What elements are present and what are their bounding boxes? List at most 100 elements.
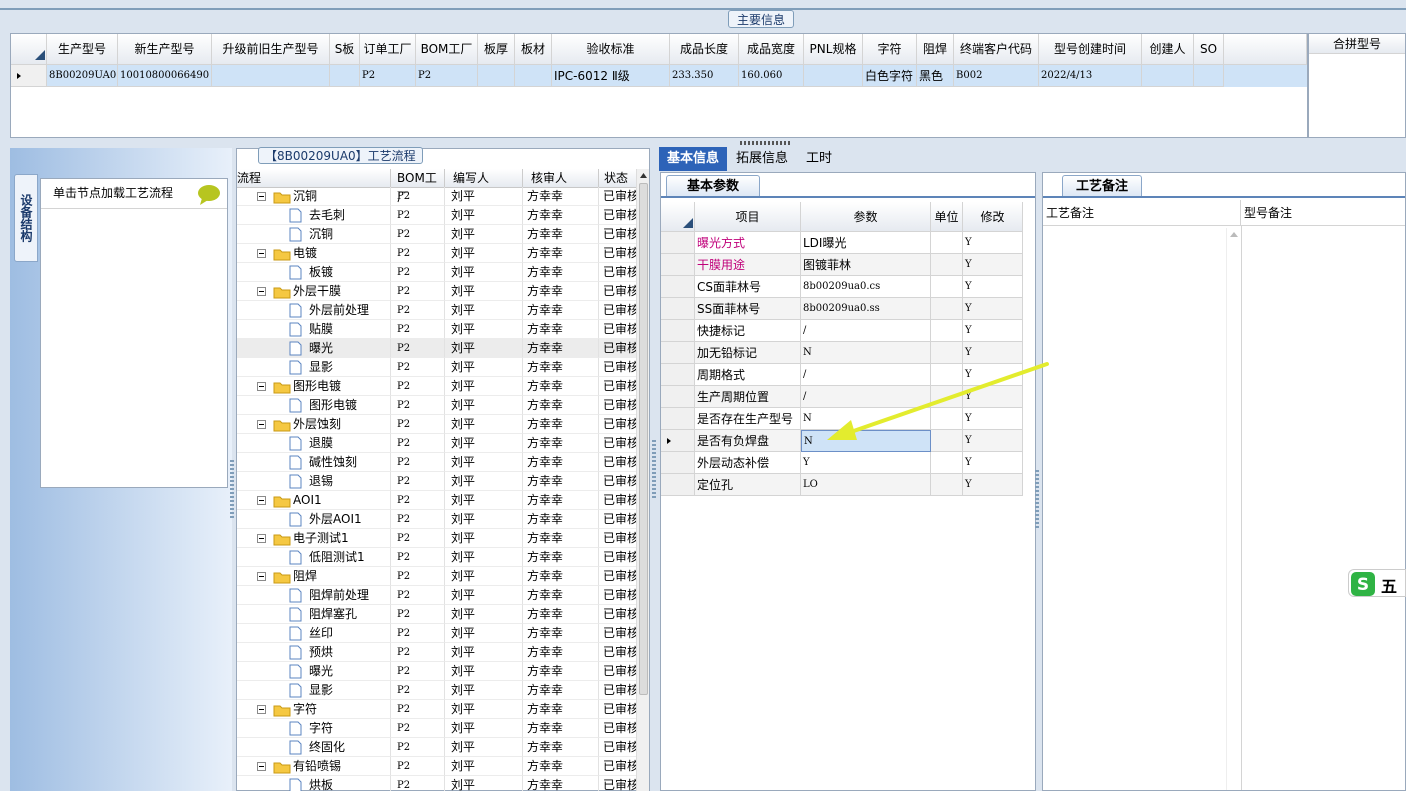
tree-row[interactable]: 外层前处理 P2 刘平 方幸幸 已审核 [237, 301, 637, 320]
tree-node[interactable]: 外层AOI1 [237, 510, 391, 529]
collapse-icon[interactable] [257, 382, 266, 391]
param-modify[interactable]: Y [963, 232, 1023, 254]
collapse-icon[interactable] [257, 287, 266, 296]
collapse-icon[interactable] [257, 192, 266, 201]
tree-row[interactable]: 阻焊前处理 P2 刘平 方幸幸 已审核 [237, 586, 637, 605]
tree-node[interactable]: 电子测试1 [237, 529, 391, 548]
cell-15[interactable]: 2022/4/13 [1039, 65, 1142, 87]
cell-11[interactable] [804, 65, 863, 87]
tree-row[interactable]: 阻焊 P2 刘平 方幸幸 已审核 [237, 567, 637, 586]
tab-device-structure[interactable]: 设备结构 [14, 174, 38, 262]
left-splitter[interactable] [230, 460, 234, 520]
col-header-12[interactable]: 字符 [863, 34, 917, 65]
col-header-0[interactable]: 生产型号 [47, 34, 118, 65]
tree-node[interactable]: 字符 [237, 700, 391, 719]
tree-row[interactable]: 去毛刺 P2 刘平 方幸幸 已审核 [237, 206, 637, 225]
tree-node[interactable]: 外层前处理 [237, 301, 391, 320]
param-unit[interactable] [931, 298, 963, 320]
model-notes-textarea[interactable] [1242, 226, 1405, 790]
param-value[interactable]: / [801, 320, 931, 342]
tree-node[interactable]: 碱性蚀刻 [237, 453, 391, 472]
col-header-3[interactable]: S板 [330, 34, 360, 65]
tree-row[interactable]: 图形电镀 P2 刘平 方幸幸 已审核 [237, 377, 637, 396]
col-header-7[interactable]: 板材 [515, 34, 552, 65]
tree-row[interactable]: 外层干膜 P2 刘平 方幸幸 已审核 [237, 282, 637, 301]
tree-node[interactable]: 显影 [237, 358, 391, 377]
collapse-icon[interactable] [257, 249, 266, 258]
param-value[interactable]: 8b00209ua0.cs [801, 276, 931, 298]
cell-0[interactable]: 8B00209UA0 [47, 65, 118, 87]
tree-row[interactable]: 图形电镀 P2 刘平 方幸幸 已审核 [237, 396, 637, 415]
cell-12[interactable]: 白色字符 [863, 65, 917, 87]
tree-node[interactable]: AOI1 [237, 491, 391, 510]
tree-row[interactable]: 贴膜 P2 刘平 方幸幸 已审核 [237, 320, 637, 339]
tree-row[interactable]: 沉铜 P2 刘平 方幸幸 已审核 [237, 225, 637, 244]
tree-node[interactable]: 阻焊 [237, 567, 391, 586]
param-modify[interactable]: Y [963, 298, 1023, 320]
collapse-icon[interactable] [257, 534, 266, 543]
cell-9[interactable]: 233.350 [670, 65, 739, 87]
tree-node[interactable]: 板镀 [237, 263, 391, 282]
tree-node[interactable]: 沉铜 [237, 187, 391, 206]
param-value[interactable]: Y [801, 452, 931, 474]
col-header-8[interactable]: 验收标准 [552, 34, 670, 65]
tree-row[interactable]: AOI1 P2 刘平 方幸幸 已审核 [237, 491, 637, 510]
col-header-14[interactable]: 终端客户代码 [954, 34, 1039, 65]
splitter-grip[interactable] [740, 141, 790, 145]
process-notes-textarea[interactable] [1043, 226, 1241, 790]
tab-basic-info[interactable]: 基本信息 [659, 147, 728, 171]
collapse-icon[interactable] [257, 705, 266, 714]
tree-row[interactable]: 显影 P2 刘平 方幸幸 已审核 [237, 358, 637, 377]
param-value[interactable]: LO [801, 474, 931, 496]
col-header-1[interactable]: 新生产型号 [118, 34, 212, 65]
collapse-icon[interactable] [257, 572, 266, 581]
col-header-13[interactable]: 阻焊 [917, 34, 954, 65]
tree-row[interactable]: 退锡 P2 刘平 方幸幸 已审核 [237, 472, 637, 491]
collapse-icon[interactable] [257, 496, 266, 505]
tree-node[interactable]: 电镀 [237, 244, 391, 263]
param-modify[interactable]: Y [963, 276, 1023, 298]
tab-work-hours[interactable]: 工时 [798, 147, 840, 171]
tree-node[interactable]: 烘板 [237, 776, 391, 791]
tree-row[interactable]: 烘板 P2 刘平 方幸幸 已审核 [237, 776, 637, 791]
tree-node[interactable]: 贴膜 [237, 320, 391, 339]
tree-node[interactable]: 去毛刺 [237, 206, 391, 225]
cell-5[interactable]: P2 [416, 65, 478, 87]
middle-splitter[interactable] [652, 440, 656, 500]
cell-14[interactable]: B002 [954, 65, 1039, 87]
tab-extended-info[interactable]: 拓展信息 [728, 147, 796, 171]
tree-node[interactable]: 显影 [237, 681, 391, 700]
cell-6[interactable] [478, 65, 515, 87]
cell-17[interactable] [1194, 65, 1224, 87]
tree-row[interactable]: 显影 P2 刘平 方幸幸 已审核 [237, 681, 637, 700]
col-header-5[interactable]: BOM工厂 [416, 34, 478, 65]
col-header-15[interactable]: 型号创建时间 [1039, 34, 1142, 65]
tree-row[interactable]: 预烘 P2 刘平 方幸幸 已审核 [237, 643, 637, 662]
tree-row[interactable]: 外层AOI1 P2 刘平 方幸幸 已审核 [237, 510, 637, 529]
tree-row[interactable]: 阻焊塞孔 P2 刘平 方幸幸 已审核 [237, 605, 637, 624]
tree-row[interactable]: 字符 P2 刘平 方幸幸 已审核 [237, 700, 637, 719]
notes-scrollbar[interactable] [1226, 228, 1240, 790]
tab-basic-params[interactable]: 基本参数 [666, 175, 760, 197]
cell-1[interactable]: 10010800066490 [118, 65, 212, 87]
param-unit[interactable] [931, 452, 963, 474]
tree-row[interactable]: 丝印 P2 刘平 方幸幸 已审核 [237, 624, 637, 643]
col-header-9[interactable]: 成品长度 [670, 34, 739, 65]
scroll-up-icon[interactable] [637, 169, 650, 181]
param-modify[interactable]: Y [963, 474, 1023, 496]
collapse-icon[interactable] [257, 762, 266, 771]
tree-node[interactable]: 阻焊塞孔 [237, 605, 391, 624]
tree-node[interactable]: 退锡 [237, 472, 391, 491]
tree-node[interactable]: 字符 [237, 719, 391, 738]
tree-row[interactable]: 曝光 P2 刘平 方幸幸 已审核 [237, 339, 637, 358]
scroll-thumb[interactable] [639, 183, 648, 695]
param-unit[interactable] [931, 254, 963, 276]
tree-node[interactable]: 图形电镀 [237, 377, 391, 396]
col-header-11[interactable]: PNL规格 [804, 34, 863, 65]
ime-indicator[interactable]: S 五 [1348, 569, 1406, 597]
col-header-4[interactable]: 订单工厂 [360, 34, 416, 65]
tree-row[interactable]: 电镀 P2 刘平 方幸幸 已审核 [237, 244, 637, 263]
tree-node[interactable]: 阻焊前处理 [237, 586, 391, 605]
cell-13[interactable]: 黑色 [917, 65, 954, 87]
tree-row[interactable]: 沉铜 P2 刘平 方幸幸 已审核 [237, 187, 637, 206]
